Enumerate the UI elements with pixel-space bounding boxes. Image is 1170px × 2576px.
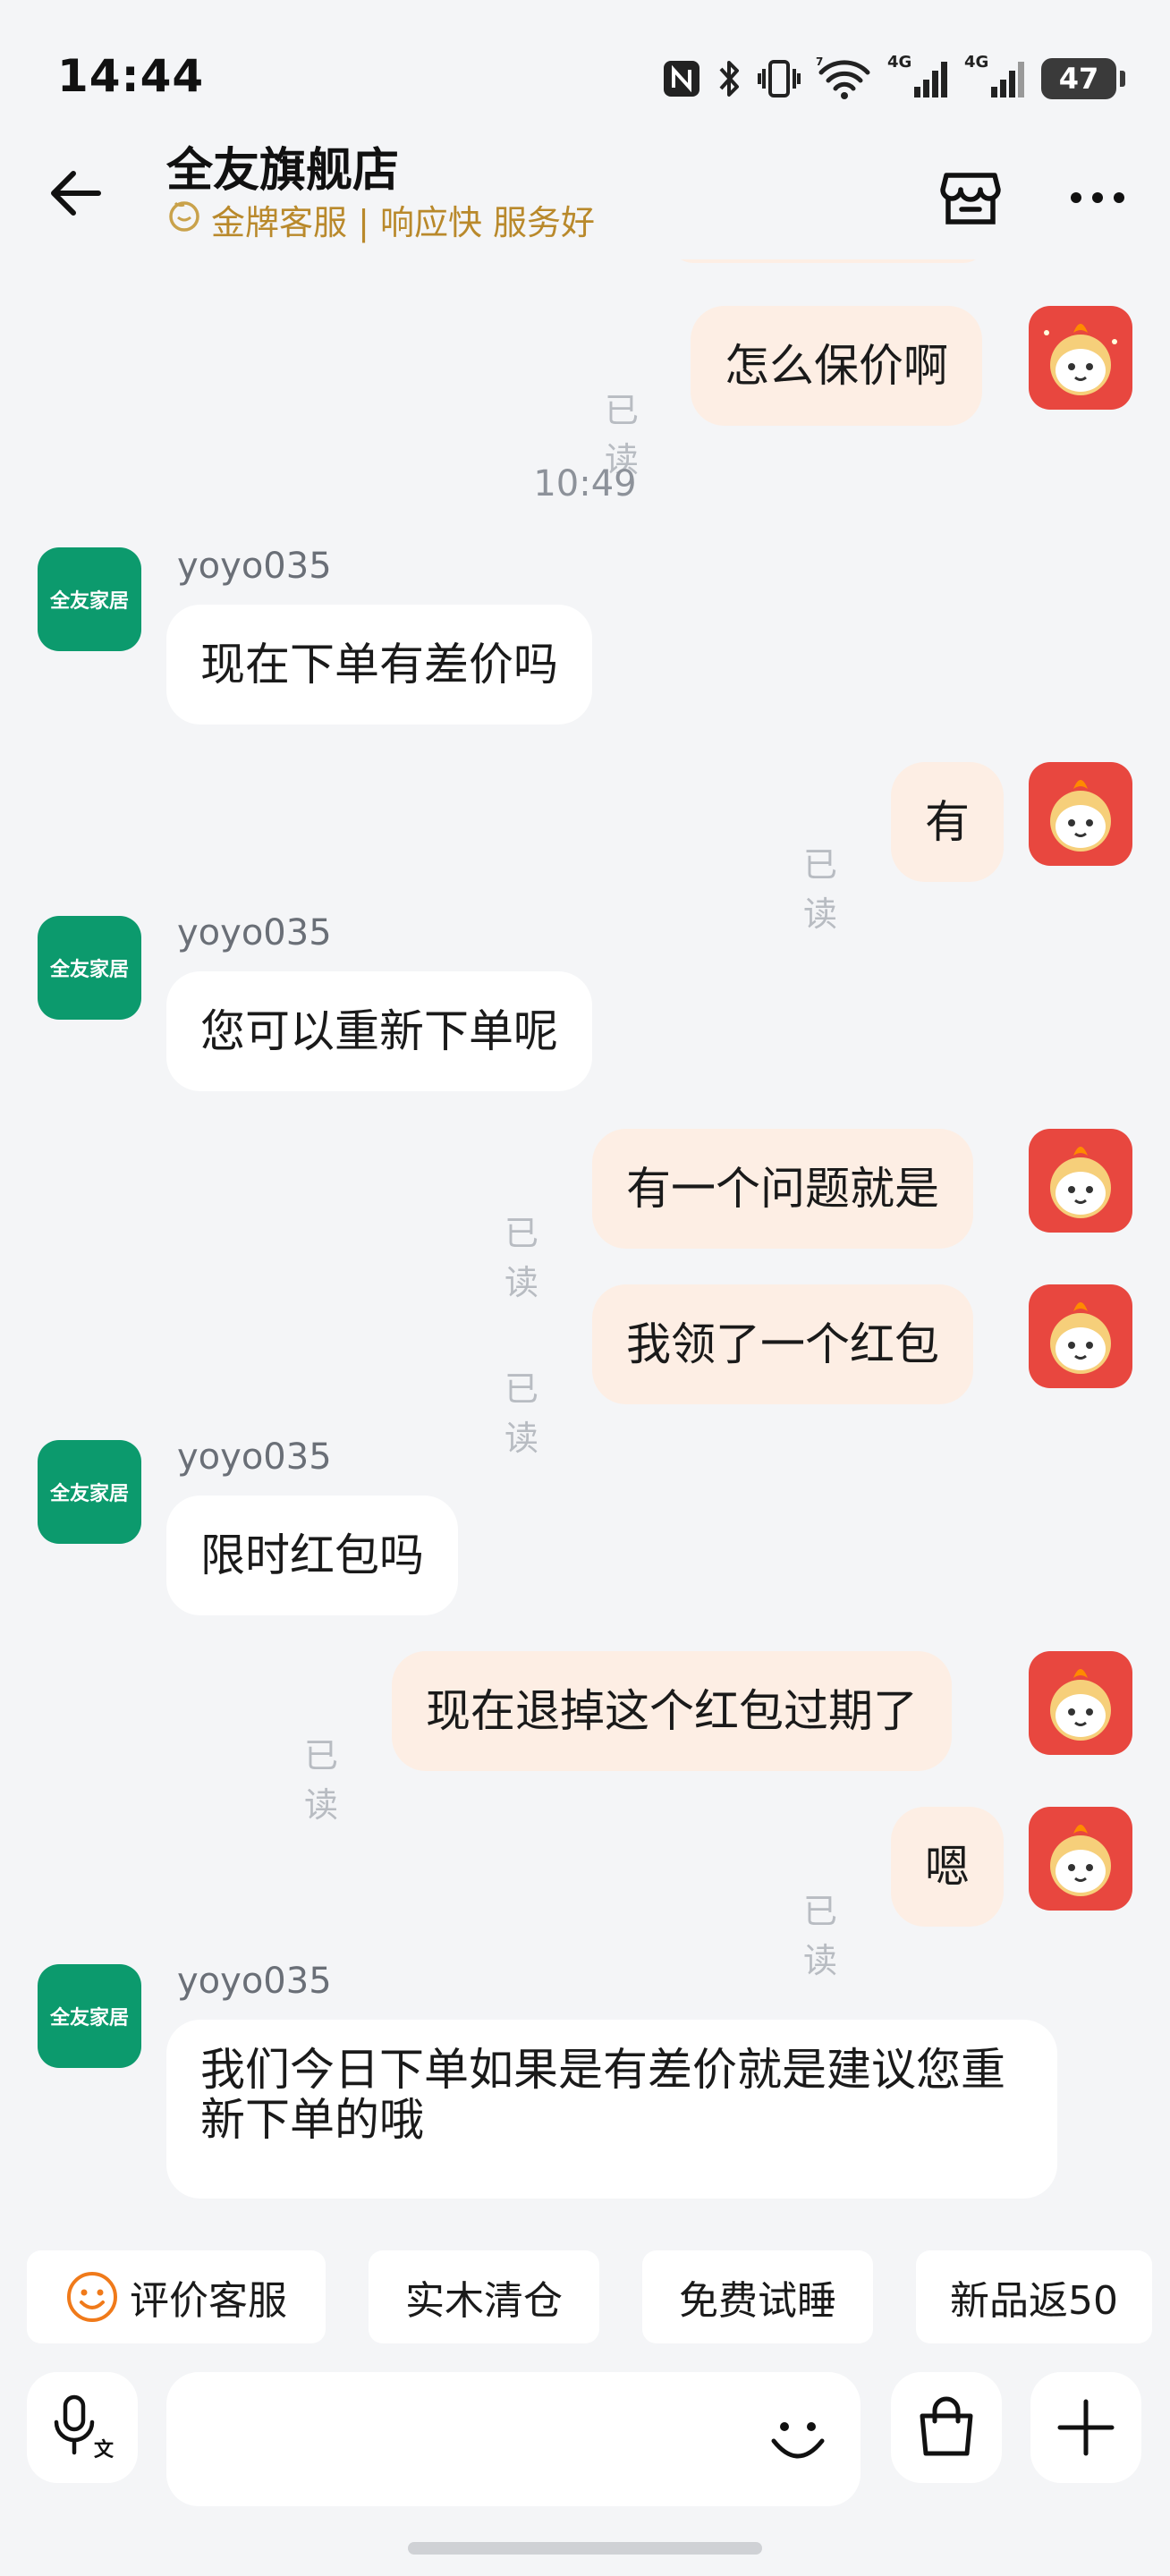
message-bubble[interactable]: 我们今日下单如果是有差价就是建议您重新下单的哦 bbox=[166, 2020, 1057, 2199]
message-bubble[interactable]: 有 bbox=[891, 762, 1004, 882]
status-icons: 7 4G 4G 47 bbox=[662, 53, 1125, 104]
avatar[interactable] bbox=[1029, 1651, 1132, 1755]
smile-icon bbox=[67, 2272, 117, 2322]
shopping-bag-icon bbox=[920, 2396, 973, 2456]
more-button[interactable] bbox=[1057, 157, 1138, 238]
avatar[interactable] bbox=[1029, 1807, 1132, 1911]
status-bar: 14:44 7 4G 4G 47 bbox=[0, 0, 1170, 134]
sender-name: yoyo035 bbox=[177, 1961, 332, 2002]
store-subtitle-text: 金牌客服 | 响应快 服务好 bbox=[211, 203, 596, 242]
quick-action-clearance[interactable]: 实木清仓 bbox=[369, 2250, 599, 2343]
wifi-icon: 7 bbox=[816, 56, 873, 101]
avatar[interactable] bbox=[1029, 306, 1132, 410]
message-bubble-partial bbox=[667, 259, 989, 263]
read-receipt: 已读 bbox=[304, 1736, 339, 1825]
back-button[interactable] bbox=[39, 157, 111, 229]
svg-text:文: 文 bbox=[94, 2438, 114, 2462]
message-bubble[interactable]: 您可以重新下单呢 bbox=[166, 971, 592, 1091]
sender-name: yoyo035 bbox=[177, 546, 332, 587]
message-input-container[interactable] bbox=[166, 2372, 861, 2506]
voice-translate-icon: 文 bbox=[54, 2394, 114, 2462]
emoji-button[interactable] bbox=[762, 2404, 834, 2476]
quick-action-label: 免费试睡 bbox=[679, 2278, 836, 2324]
avatar[interactable] bbox=[1029, 1284, 1132, 1388]
plus-button[interactable] bbox=[1030, 2372, 1141, 2483]
store-icon bbox=[940, 173, 1001, 225]
shop-avatar[interactable]: 全友家居 bbox=[38, 916, 141, 1020]
quick-action-label: 新品返50 bbox=[950, 2278, 1118, 2324]
emoji-icon bbox=[771, 2422, 825, 2459]
quick-action-new-rebate[interactable]: 新品返50 bbox=[916, 2250, 1152, 2343]
message-bubble[interactable]: 限时红包吗 bbox=[166, 1496, 458, 1615]
user-avatar-icon bbox=[1029, 762, 1132, 866]
store-subtitle: 金牌客服 | 响应快 服务好 bbox=[166, 195, 595, 244]
message-bubble[interactable]: 我领了一个红包 bbox=[592, 1284, 973, 1404]
read-receipt: 已读 bbox=[803, 845, 838, 934]
time-separator: 10:49 bbox=[533, 463, 637, 504]
user-avatar-icon bbox=[1029, 1129, 1132, 1233]
svg-text:7: 7 bbox=[816, 56, 823, 68]
voice-button[interactable]: 文 bbox=[27, 2372, 138, 2483]
quick-actions: 评价客服 实木清仓 免费试睡 新品返50 bbox=[0, 2250, 1170, 2345]
store-name: 全友旗舰店 bbox=[166, 144, 400, 198]
shop-avatar[interactable]: 全友家居 bbox=[38, 1440, 141, 1544]
quick-action-free-trial[interactable]: 免费试睡 bbox=[642, 2250, 873, 2343]
nfc-icon bbox=[662, 59, 701, 98]
store-button[interactable] bbox=[930, 157, 1011, 238]
read-receipt: 已读 bbox=[803, 1892, 838, 1980]
avatar[interactable] bbox=[1029, 762, 1132, 866]
message-bubble[interactable]: 有一个问题就是 bbox=[592, 1129, 973, 1249]
quick-action-rate-service[interactable]: 评价客服 bbox=[27, 2250, 326, 2343]
more-horizontal-icon bbox=[1071, 192, 1124, 203]
sender-name: yoyo035 bbox=[177, 1436, 332, 1478]
plus-icon bbox=[1057, 2399, 1115, 2456]
user-avatar-icon bbox=[1029, 1651, 1132, 1755]
message-bubble[interactable]: 嗯 bbox=[891, 1807, 1004, 1927]
message-input[interactable] bbox=[193, 2399, 716, 2481]
read-receipt: 已读 bbox=[504, 1214, 539, 1302]
battery-indicator: 47 bbox=[1041, 58, 1125, 99]
signal-4g-icon: 4G bbox=[964, 53, 1027, 99]
quick-action-label: 实木清仓 bbox=[405, 2278, 563, 2324]
read-receipt: 已读 bbox=[504, 1369, 539, 1458]
status-time: 14:44 bbox=[57, 50, 205, 102]
signal-4g-icon: 4G bbox=[887, 53, 950, 99]
user-avatar-icon bbox=[1029, 1807, 1132, 1911]
vibrate-icon bbox=[757, 58, 801, 99]
shopping-bag-button[interactable] bbox=[891, 2372, 1002, 2483]
gold-badge-icon bbox=[166, 198, 202, 242]
chat-header: 全友旗舰店 金牌客服 | 响应快 服务好 bbox=[0, 125, 1170, 259]
message-bubble[interactable]: 现在退掉这个红包过期了 bbox=[392, 1651, 952, 1771]
user-avatar-icon bbox=[1029, 306, 1132, 410]
user-avatar-icon bbox=[1029, 1284, 1132, 1388]
home-indicator[interactable] bbox=[408, 2542, 762, 2555]
chat-messages[interactable]: 怎么保价啊 已读 10:49 全友家居 yoyo035 现在下单有差价吗 有 已… bbox=[0, 259, 1170, 2227]
sender-name: yoyo035 bbox=[177, 912, 332, 953]
shop-avatar[interactable]: 全友家居 bbox=[38, 547, 141, 651]
quick-action-label: 评价客服 bbox=[130, 2278, 287, 2324]
shop-avatar[interactable]: 全友家居 bbox=[38, 1964, 141, 2068]
avatar[interactable] bbox=[1029, 1129, 1132, 1233]
input-bar: 文 bbox=[0, 2372, 1170, 2506]
message-bubble[interactable]: 现在下单有差价吗 bbox=[166, 605, 592, 724]
bluetooth-icon bbox=[716, 58, 742, 99]
arrow-left-icon bbox=[51, 171, 101, 216]
message-bubble[interactable]: 怎么保价啊 bbox=[691, 306, 982, 426]
